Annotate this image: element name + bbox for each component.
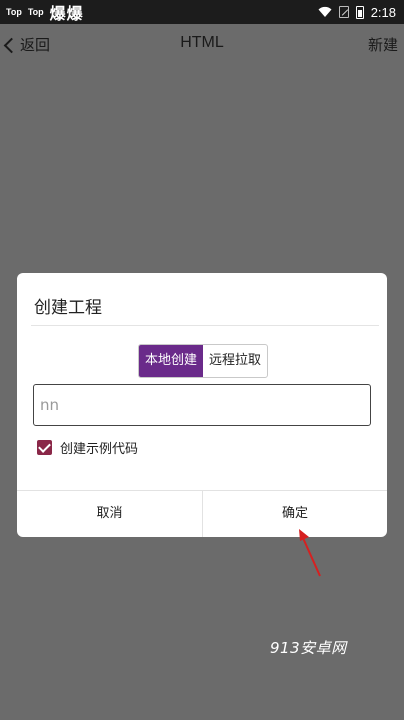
segment-local-create[interactable]: 本地创建: [139, 345, 203, 377]
sample-code-checkbox[interactable]: [37, 440, 52, 455]
new-button[interactable]: 新建: [368, 34, 398, 55]
status-bar-system: 2:18: [318, 5, 396, 20]
app-bar: 返回 HTML 新建: [0, 24, 404, 64]
create-project-dialog: 创建工程 本地创建 远程拉取 创建示例代码 取消 确定: [17, 273, 387, 537]
dialog-title-divider: [31, 325, 379, 326]
confirm-button[interactable]: 确定: [203, 491, 387, 537]
notification-app-icon: Top: [27, 7, 44, 17]
sample-code-option[interactable]: 创建示例代码: [37, 438, 138, 457]
project-name-input[interactable]: [40, 396, 370, 414]
cancel-button[interactable]: 取消: [17, 491, 202, 537]
source-segmented-control: 本地创建 远程拉取: [138, 344, 268, 378]
wifi-icon: [318, 6, 332, 17]
page-title: HTML: [180, 34, 224, 51]
status-time: 2:18: [370, 4, 396, 20]
project-name-field[interactable]: [33, 384, 371, 426]
sample-code-label: 创建示例代码: [60, 442, 139, 457]
notification-app-icon: Top: [6, 7, 22, 17]
battery-icon: [355, 5, 364, 19]
dialog-title: 创建工程: [34, 298, 102, 318]
red-arrow-annotation: [299, 529, 321, 577]
notification-text: 爆爆: [49, 6, 84, 23]
site-watermark: 913安卓网: [270, 639, 347, 657]
no-sim-icon: [338, 6, 349, 18]
segment-remote-pull[interactable]: 远程拉取: [203, 345, 267, 377]
status-bar-notifications: Top Top 爆爆: [6, 0, 84, 24]
status-bar: Top Top 爆爆 2:18: [0, 0, 404, 24]
